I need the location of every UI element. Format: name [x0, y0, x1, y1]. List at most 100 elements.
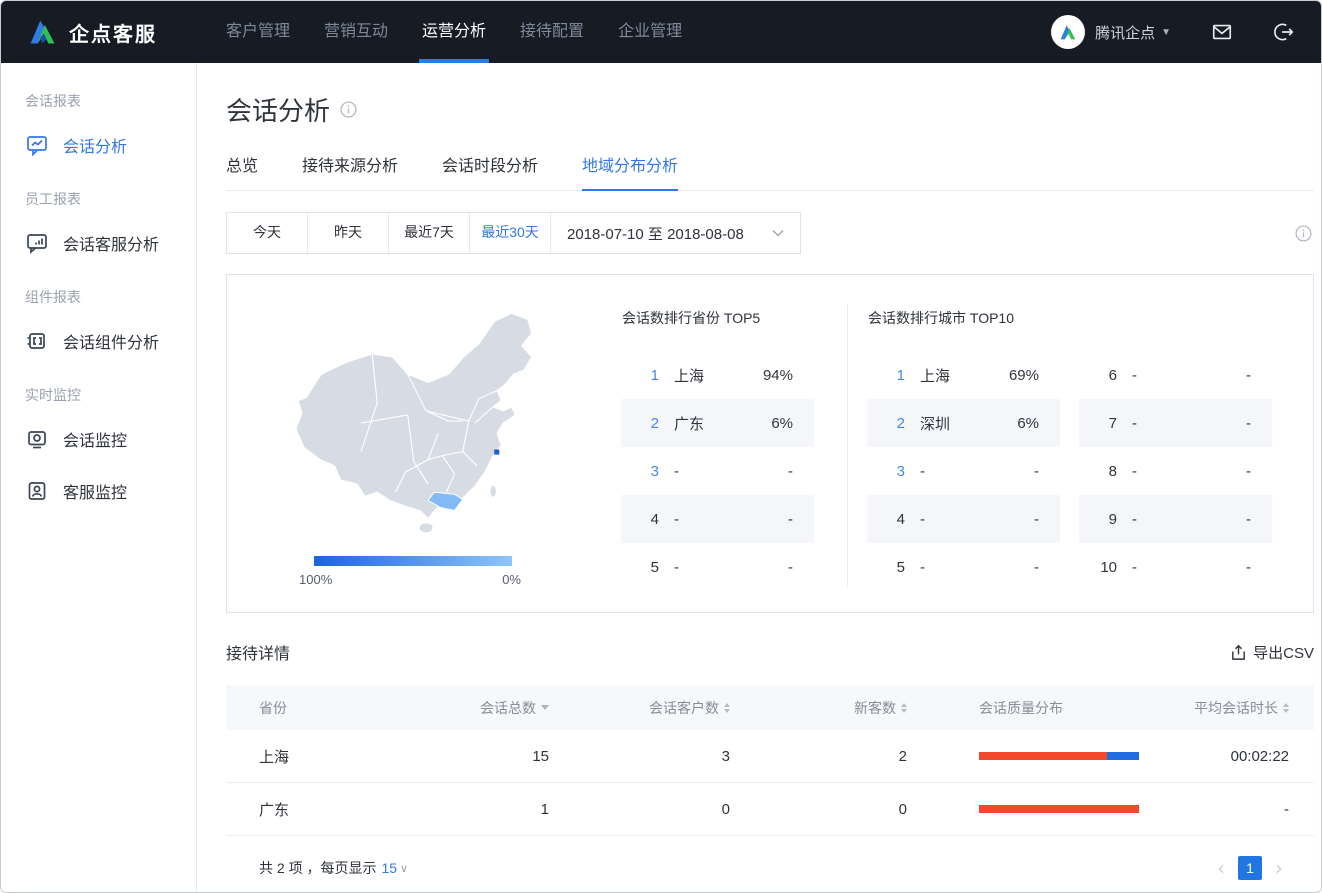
rank-number: 7 — [1100, 415, 1117, 432]
chevron-down-icon: ▼ — [1161, 27, 1171, 38]
city-rank-list-1: 1 上海 69% 2 深圳 6% 3 - — [867, 351, 1060, 591]
sidebar-item-session-agent-analysis[interactable]: 会话客服分析 — [1, 231, 196, 255]
range-7days-button[interactable]: 最近7天 — [389, 213, 470, 253]
tab-region-distribution[interactable]: 地域分布分析 — [582, 152, 678, 191]
total-items-text: 共 2 项 ，每页显示 — [259, 858, 376, 878]
rank-value: - — [788, 463, 793, 480]
primary-nav: 客户管理 营销互动 运营分析 接待配置 企业管理 — [209, 1, 699, 63]
nav-item-enterprise[interactable]: 企业管理 — [601, 1, 699, 63]
rank-row: 1 上海 69% — [867, 351, 1060, 399]
analysis-tabs: 总览 接待来源分析 会话时段分析 地域分布分析 — [226, 152, 1314, 191]
col-header-avg-duration[interactable]: 平均会话时长 — [1138, 698, 1314, 718]
quality-bar — [979, 805, 1139, 813]
col-header-total-sessions[interactable]: 会话总数 — [406, 698, 549, 718]
rank-number: 2 — [888, 415, 905, 432]
account-menu[interactable]: 腾讯企点 ▼ — [1095, 22, 1171, 43]
range-yesterday-button[interactable]: 昨天 — [308, 213, 389, 253]
page-size-select[interactable]: 15 — [381, 860, 397, 876]
col-header-new-customers[interactable]: 新客数 — [730, 698, 907, 718]
rank-number: 3 — [888, 463, 905, 480]
nav-item-marketing[interactable]: 营销互动 — [307, 1, 405, 63]
nav-item-operation-analysis[interactable]: 运营分析 — [405, 1, 503, 63]
avatar[interactable] — [1051, 15, 1085, 49]
quick-range-group: 今天 昨天 最近7天 最近30天 2018-07-10 至 2018-08-08 — [226, 212, 801, 254]
rank-name: 上海 — [674, 365, 704, 386]
rank-row: 2 深圳 6% — [867, 399, 1060, 447]
legend-min-label: 0% — [502, 572, 521, 587]
app-window: 企点客服 客户管理 营销互动 运营分析 接待配置 企业管理 腾讯企点 ▼ — [0, 0, 1322, 893]
cell-avg-duration: - — [1138, 801, 1314, 818]
rank-number: 2 — [642, 415, 659, 432]
rank-name: - — [674, 463, 679, 480]
rank-number: 1 — [888, 367, 905, 384]
sort-desc-icon — [541, 705, 549, 710]
sidebar-item-session-component-analysis[interactable]: 会话组件分析 — [1, 329, 196, 353]
next-page-button[interactable]: › — [1269, 856, 1289, 880]
col-header-session-customers[interactable]: 会话客户数 — [549, 698, 730, 718]
current-page-button[interactable]: 1 — [1238, 856, 1262, 880]
sidebar-heading-staff-reports: 员工报表 — [1, 189, 196, 209]
rank-row: 4 - - — [867, 495, 1060, 543]
rank-row: 5 - - — [621, 543, 814, 591]
rank-value: - — [1034, 559, 1039, 576]
rank-row: 5 - - — [867, 543, 1060, 591]
rank-name: - — [1132, 511, 1137, 528]
sidebar-item-session-monitor[interactable]: 会话监控 — [1, 427, 196, 451]
tab-session-time[interactable]: 会话时段分析 — [442, 152, 538, 190]
rank-row: 9 - - — [1079, 495, 1272, 543]
rank-number: 5 — [888, 559, 905, 576]
rank-number: 5 — [642, 559, 659, 576]
sidebar-item-agent-monitor[interactable]: 客服监控 — [1, 479, 196, 503]
city-rank-title: 会话数排行城市 TOP10 — [868, 308, 1313, 328]
china-map-container: 100% 0% — [227, 275, 602, 612]
table-header-row: 省份 会话总数 会话客户数 新客数 会话质量分布 平均会话时长 — [226, 685, 1314, 730]
chat-chart-icon — [26, 134, 48, 156]
nav-item-reception-config[interactable]: 接待配置 — [503, 1, 601, 63]
rank-name: - — [920, 463, 925, 480]
export-csv-button[interactable]: 导出CSV — [1230, 642, 1314, 663]
cell-sessions: 1 — [406, 801, 549, 818]
province-rank-panel: 会话数排行省份 TOP5 1 上海 94% 2 广东 6% — [602, 275, 847, 612]
rank-value: - — [1034, 511, 1039, 528]
tab-overview[interactable]: 总览 — [226, 152, 258, 190]
map-region-shanghai — [494, 450, 499, 455]
sort-icon — [1283, 703, 1289, 713]
sidebar-item-session-analysis[interactable]: 会话分析 — [1, 133, 196, 157]
table-row: 上海 15 3 2 00:02:22 — [226, 730, 1314, 783]
sidebar-heading-realtime-monitor: 实时监控 — [1, 385, 196, 405]
rank-row: 3 - - — [621, 447, 814, 495]
filter-info-icon[interactable] — [1295, 225, 1312, 242]
prev-page-button[interactable]: ‹ — [1211, 856, 1231, 880]
brand-name: 企点客服 — [69, 18, 157, 47]
date-range-picker[interactable]: 2018-07-10 至 2018-08-08 — [551, 213, 800, 253]
rank-name: - — [674, 559, 679, 576]
rank-name: - — [920, 511, 925, 528]
range-30days-button[interactable]: 最近30天 — [470, 213, 551, 253]
col-header-province: 省份 — [226, 698, 406, 718]
tab-reception-source[interactable]: 接待来源分析 — [302, 152, 398, 190]
rank-value: - — [1246, 415, 1251, 432]
rank-number: 8 — [1100, 463, 1117, 480]
detail-section-title: 接待详情 — [226, 640, 290, 664]
rank-name: - — [1132, 559, 1137, 576]
rank-name: 广东 — [674, 413, 704, 434]
brand[interactable]: 企点客服 — [27, 16, 157, 48]
range-today-button[interactable]: 今天 — [227, 213, 308, 253]
component-icon — [26, 330, 48, 352]
sidebar-item-label: 会话组件分析 — [63, 329, 159, 353]
rank-number: 9 — [1100, 511, 1117, 528]
rank-name: - — [1132, 367, 1137, 384]
rank-row: 10 - - — [1079, 543, 1272, 591]
rank-value: 69% — [1009, 367, 1039, 384]
date-filter-row: 今天 昨天 最近7天 最近30天 2018-07-10 至 2018-08-08 — [226, 212, 1314, 254]
rank-number: 6 — [1100, 367, 1117, 384]
account-name: 腾讯企点 — [1095, 22, 1155, 43]
chevron-down-icon[interactable]: ∨ — [400, 862, 408, 875]
title-info-icon[interactable] — [340, 101, 357, 118]
rank-name: 深圳 — [920, 413, 950, 434]
logout-icon[interactable] — [1273, 21, 1295, 43]
nav-item-customer[interactable]: 客户管理 — [209, 1, 307, 63]
china-map[interactable] — [275, 301, 571, 537]
mail-icon[interactable] — [1211, 21, 1233, 43]
rank-name: - — [1132, 415, 1137, 432]
